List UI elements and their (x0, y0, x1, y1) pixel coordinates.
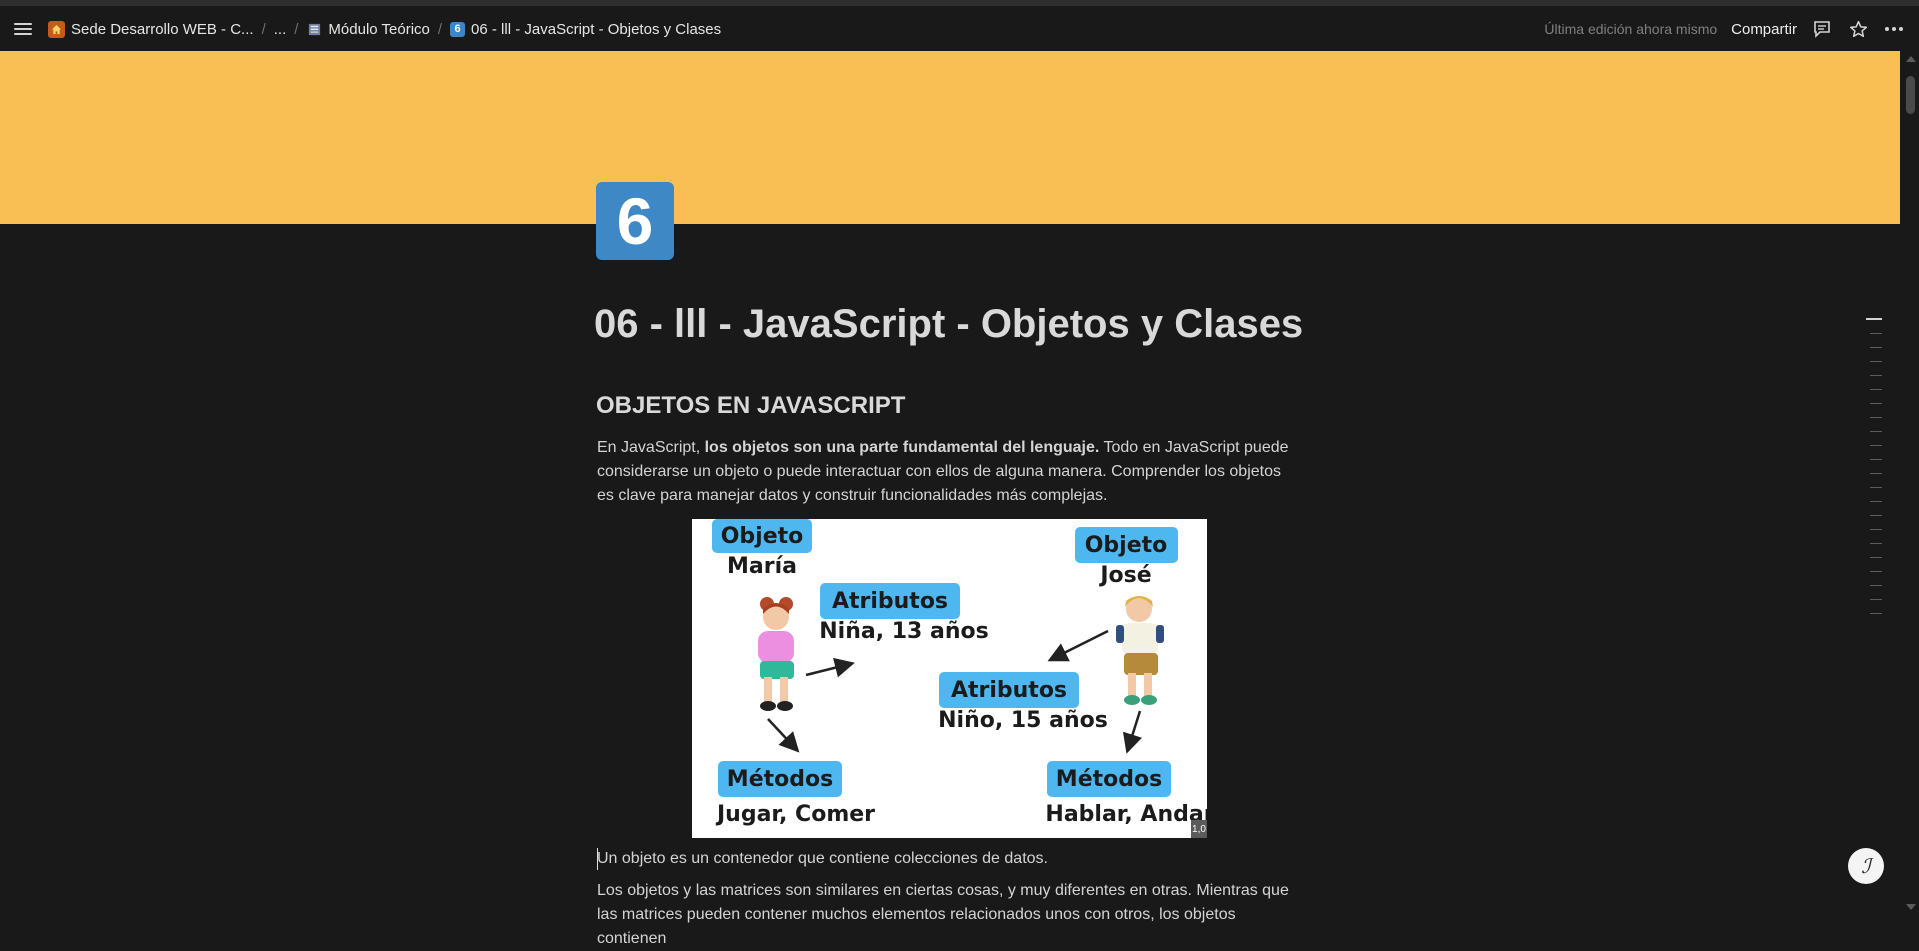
objects-illustration[interactable]: Objeto María Objeto José Atributos Niña,… (692, 519, 1207, 838)
intro-text: En JavaScript, (597, 439, 705, 456)
breadcrumb-separator: / (437, 20, 443, 38)
toc-marker[interactable] (1870, 571, 1882, 572)
breadcrumb-label: ... (273, 20, 287, 38)
left-attributes-value: Niña, 13 años (819, 619, 988, 644)
left-methods-value: Jugar, Comer (715, 802, 875, 827)
paragraph-objects-vs-arrays[interactable]: Los objetos y las matrices son similares… (597, 879, 1297, 951)
breadcrumb-item-modulo[interactable]: Módulo Teórico (302, 21, 433, 38)
toc-marker[interactable] (1870, 417, 1882, 418)
toc-marker[interactable] (1870, 459, 1882, 460)
page-6-icon: 6 (450, 21, 466, 37)
toc-marker[interactable] (1870, 347, 1882, 348)
toc-marker[interactable] (1870, 389, 1882, 390)
toc-marker[interactable] (1870, 599, 1882, 600)
page-emoji-icon[interactable]: 6 (596, 182, 674, 260)
left-object-label: Objeto (721, 524, 804, 549)
breadcrumb-label: Sede Desarrollo WEB - C... (71, 20, 254, 38)
boy-character-icon (1116, 596, 1164, 705)
toc-marker[interactable] (1870, 613, 1882, 614)
toc-marker[interactable] (1870, 375, 1882, 376)
right-attributes-value: Niño, 15 años (938, 708, 1108, 733)
right-methods-label: Métodos (1056, 767, 1162, 792)
book-icon (306, 21, 322, 37)
topbar-tools: Última edición ahora mismo Compartir (1544, 6, 1905, 52)
toc-marker[interactable] (1870, 361, 1882, 362)
right-object-label: Objeto (1085, 533, 1168, 558)
toc-marker[interactable] (1870, 585, 1882, 586)
home-icon (48, 20, 65, 38)
last-edit-status: Última edición ahora mismo (1544, 21, 1718, 37)
breadcrumb-label: 06 - lll - JavaScript - Objetos y Clases (471, 20, 722, 38)
paragraph-object-definition[interactable]: Un objeto es un contenedor que contiene … (597, 847, 1297, 871)
toc-marker[interactable] (1870, 473, 1882, 474)
toc-marker[interactable] (1870, 487, 1882, 488)
menu-icon[interactable] (14, 20, 32, 38)
toc-marker-active[interactable] (1866, 318, 1882, 320)
intro-paragraph[interactable]: En JavaScript, los objetos son una parte… (597, 436, 1297, 508)
breadcrumb-item-workspace[interactable]: Sede Desarrollo WEB - C... (44, 20, 258, 38)
right-object-name: José (1098, 563, 1151, 588)
arrow-to-left-attributes (805, 657, 855, 678)
ai-assistant-icon[interactable]: ℐ (1848, 848, 1884, 884)
vertical-scrollbar[interactable] (1902, 51, 1919, 918)
toc-marker[interactable] (1870, 501, 1882, 502)
right-methods-value: Hablar, Andar (1045, 802, 1207, 827)
page-cover[interactable] (0, 51, 1900, 224)
right-attributes-label: Atributos (951, 678, 1067, 703)
girl-character-icon (758, 597, 794, 711)
toc-marker[interactable] (1870, 557, 1882, 558)
breadcrumb-separator: / (294, 20, 299, 38)
image-zoom-badge[interactable]: 1,0 (1191, 820, 1207, 838)
scrollbar-thumb[interactable] (1906, 76, 1915, 114)
star-icon[interactable] (1847, 18, 1869, 40)
breadcrumb-item-ellipsis[interactable]: ... (270, 21, 291, 38)
toc-marker[interactable] (1870, 543, 1882, 544)
share-button[interactable]: Compartir (1731, 21, 1797, 38)
toc-marker[interactable] (1870, 529, 1882, 530)
breadcrumb-label: Módulo Teórico (328, 20, 430, 38)
toc-marker[interactable] (1870, 431, 1882, 432)
scroll-up-icon[interactable] (1906, 56, 1916, 62)
scroll-down-icon[interactable] (1906, 904, 1916, 910)
breadcrumb-separator: / (261, 20, 266, 38)
breadcrumb-item-current-page[interactable]: 6 06 - lll - JavaScript - Objetos y Clas… (446, 21, 725, 38)
toc-marker[interactable] (1870, 445, 1882, 446)
toc-marker[interactable] (1870, 515, 1882, 516)
page-title[interactable]: 06 - lll - JavaScript - Objetos y Clases (594, 300, 1394, 348)
breadcrumb: Sede Desarrollo WEB - C... / ... / Módul… (44, 6, 725, 52)
intro-bold-text: los objetos son una parte fundamental de… (704, 439, 1100, 456)
left-object-name: María (727, 554, 797, 579)
arrow-to-left-methods (767, 718, 800, 753)
top-bar: Sede Desarrollo WEB - C... / ... / Módul… (0, 6, 1919, 52)
more-icon[interactable] (1883, 18, 1905, 40)
arrow-to-right-methods (1122, 710, 1143, 754)
left-methods-label: Métodos (727, 767, 833, 792)
toc-marker[interactable] (1870, 333, 1882, 334)
comment-icon[interactable] (1811, 18, 1833, 40)
toc-marker[interactable] (1870, 403, 1882, 404)
left-attributes-label: Atributos (832, 589, 948, 614)
section-heading[interactable]: OBJETOS EN JAVASCRIPT (596, 392, 905, 420)
arrow-to-right-attributes (1047, 629, 1109, 662)
table-of-contents-minimap[interactable] (1866, 318, 1882, 627)
